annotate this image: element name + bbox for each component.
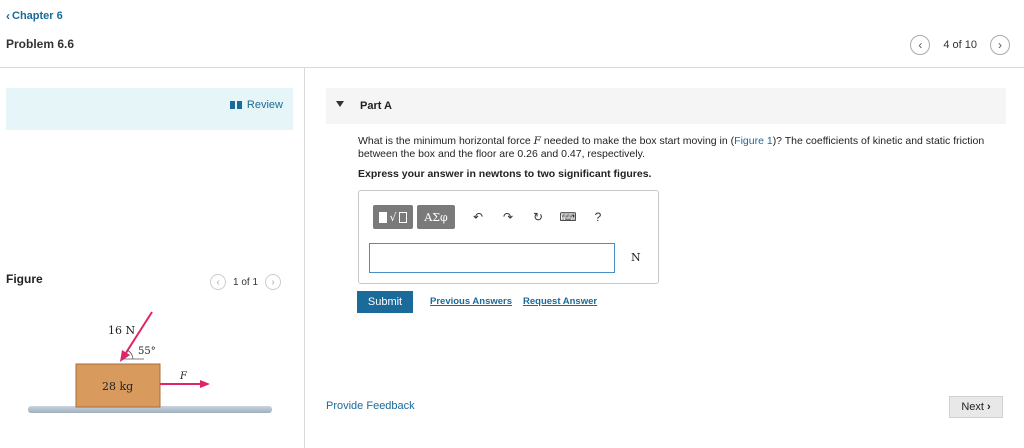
previous-answers-link[interactable]: Previous Answers <box>430 296 512 307</box>
next-problem-button[interactable]: › <box>990 35 1010 55</box>
previous-figure-button[interactable]: ‹ <box>210 274 226 290</box>
next-figure-button[interactable]: › <box>265 274 282 290</box>
angle-label: 55° <box>138 346 156 357</box>
chapter-link[interactable]: ‹ Chapter 6 <box>6 9 63 23</box>
figure-link[interactable]: Figure 1 <box>734 135 773 147</box>
help-icon[interactable]: ? <box>587 206 609 228</box>
submit-button[interactable]: Submit <box>357 291 413 313</box>
unit-label: N <box>631 251 641 264</box>
physics-figure: 16 N 55° 28 kg F <box>28 311 272 413</box>
figure-label: Figure <box>6 272 43 286</box>
greek-symbols-button[interactable]: ΑΣφ <box>417 205 455 229</box>
column-divider <box>304 68 305 448</box>
part-a-header: Part A <box>326 88 1006 124</box>
previous-problem-button[interactable]: ‹ <box>910 35 931 55</box>
provide-feedback-link[interactable]: Provide Feedback <box>326 400 415 412</box>
top-bar: ‹ Chapter 6 Problem 6.6 ‹ 4 of 10 › <box>0 0 1024 68</box>
question-text: What is the minimum horizontal force F n… <box>358 135 998 161</box>
chevron-left-icon: ‹ <box>6 9 10 23</box>
chevron-left-icon: ‹ <box>918 38 923 52</box>
redo-icon[interactable]: ↷ <box>497 206 519 228</box>
review-label: Review <box>246 99 283 111</box>
collapse-toggle-icon[interactable] <box>336 101 344 107</box>
review-link[interactable]: Review <box>229 99 283 111</box>
template-icon <box>398 211 407 223</box>
applied-force-label: F <box>179 371 188 382</box>
templates-button[interactable]: √ <box>373 205 413 229</box>
template-icon <box>379 211 388 223</box>
answer-input[interactable] <box>369 243 615 273</box>
next-button[interactable]: Next › <box>949 396 1003 418</box>
chevron-right-icon: › <box>271 276 275 288</box>
force-variable: F <box>533 135 541 147</box>
figure-count: 1 of 1 <box>233 276 259 288</box>
force-magnitude-label: 16 N <box>108 324 135 337</box>
chevron-right-icon: › <box>986 401 991 413</box>
problem-pager: ‹ 4 of 10 › <box>910 35 1010 55</box>
question-text-part: needed to make the box start moving in ( <box>540 135 735 147</box>
reset-icon[interactable]: ↻ <box>527 206 549 228</box>
problem-count: 4 of 10 <box>943 39 977 51</box>
radical-icon: √ <box>389 210 397 224</box>
mass-label: 28 kg <box>102 380 133 393</box>
figure-pager: ‹ 1 of 1 › <box>210 274 282 290</box>
question-text-part: What is the minimum horizontal force <box>358 135 534 147</box>
review-panel: Review <box>6 88 293 130</box>
chevron-right-icon: › <box>998 38 1002 52</box>
problem-title: Problem 6.6 <box>6 37 75 51</box>
pushing-force-arrowhead <box>120 350 130 362</box>
answer-instruction: Express your answer in newtons to two si… <box>358 168 652 180</box>
undo-icon[interactable]: ↶ <box>467 206 489 228</box>
applied-force-arrowhead <box>200 380 210 388</box>
part-title: Part A <box>360 100 392 112</box>
next-label: Next <box>961 401 984 413</box>
chevron-left-icon: ‹ <box>216 276 220 288</box>
keyboard-icon[interactable]: ⌨ <box>557 206 579 228</box>
math-toolbar: √ ΑΣφ ↶ ↷ ↻ ⌨ ? <box>373 205 609 229</box>
chapter-link-label: Chapter 6 <box>12 10 63 22</box>
request-answer-link[interactable]: Request Answer <box>523 296 597 307</box>
book-icon <box>229 101 242 109</box>
answer-box: √ ΑΣφ ↶ ↷ ↻ ⌨ ? N <box>358 190 659 284</box>
